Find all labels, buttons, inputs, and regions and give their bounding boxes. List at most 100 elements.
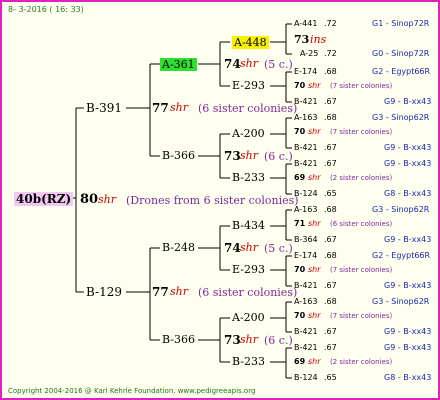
mating-b366d-number: 73 [224, 333, 241, 347]
mating-b366s-note: (6 c.) [264, 150, 293, 163]
gen3-queen-e293: E-293 [232, 79, 265, 92]
g4-3-q-src: G3 - Sinop62R [372, 113, 430, 122]
mating-b366s-number: 73 [224, 149, 241, 163]
report-date: 8- 3-2016 ( 16: 33) [8, 5, 84, 14]
mating-a361-number: 74 [224, 57, 241, 71]
g4-3-mating-note: (7 sister colonies) [330, 128, 393, 136]
g4-4-mating-shr: shr [308, 173, 321, 182]
g4-5-d-id: B-364 [294, 235, 318, 244]
g4-8-d-id: B-124 [294, 373, 318, 382]
g4-2-mating-number: 70 [294, 81, 306, 90]
mating-b366d-note: (6 c.) [264, 334, 293, 347]
dam-queen: B-129 [86, 285, 122, 299]
gen3-queen-a200-dam: A-200 [232, 311, 265, 324]
dam-mating-note: (6 sister colonies) [198, 286, 298, 299]
g4-8-mating-note: (2 sister colonies) [330, 358, 393, 366]
root-mating-shr: shr [98, 193, 116, 206]
g4-8-d-val: .65 [324, 373, 337, 382]
gen2-queen-a361: A-361 [160, 58, 197, 71]
g4-3-d-val: .67 [324, 143, 337, 152]
g4-3-d-id: B-421 [294, 143, 318, 152]
g4-2-d-val: .67 [324, 97, 337, 106]
g4-4-q-val: .67 [324, 159, 337, 168]
g4-6-mating-number: 70 [294, 265, 306, 274]
gen3-queen-e293-dam: E-293 [232, 263, 265, 276]
dam-mating-number: 77 [152, 285, 169, 299]
gen3-queen-a200: A-200 [232, 127, 265, 140]
g4-6-d-src: G9 - B-xx43 [384, 281, 432, 290]
pedigree-frame: 8- 3-2016 ( 16: 33) 40b(RZ) 80 shr (Dron… [0, 0, 440, 400]
g4-5-mating-number: 71 [294, 219, 306, 228]
root-mating-number: 80 [80, 192, 99, 207]
g4-5-q-src: G3 - Sinop62R [372, 205, 430, 214]
g4-6-d-id: B-421 [294, 281, 318, 290]
dam-mating-shr: shr [170, 285, 188, 298]
g4-8-mating-shr: shr [308, 357, 321, 366]
sire-queen: B-391 [86, 101, 122, 115]
g4-1-q-val: .72 [324, 19, 337, 28]
g4-8-q-id: B-421 [294, 343, 318, 352]
mating-b366s-shr: shr [240, 149, 258, 162]
root-queen: 40b(RZ) [14, 192, 74, 206]
g4-7-q-src: G3 - Sinop62R [372, 297, 430, 306]
g4-4-d-val: .65 [324, 189, 337, 198]
g4-6-mating-shr: shr [308, 265, 321, 274]
gen3-queen-b434: B-434 [232, 219, 265, 232]
g4-5-mating-note: (6 sister colonies) [330, 220, 393, 228]
g4-7-d-val: .67 [324, 327, 337, 336]
g4-6-q-id: E-174 [294, 251, 318, 260]
mating-b248-number: 74 [224, 241, 241, 255]
g4-1-mating-ins: ins [310, 33, 327, 46]
g4-1-d-src: G0 - Sinop72R [372, 49, 430, 58]
g4-8-d-src: G8 - B-xx43 [384, 373, 432, 382]
g4-1-q-src: G1 - Sinop72R [372, 19, 430, 28]
g4-4-d-id: B-124 [294, 189, 318, 198]
g4-7-mating-shr: shr [308, 311, 321, 320]
sire-mating-note: (6 sister colonies) [198, 102, 298, 115]
mating-b248-shr: shr [240, 241, 258, 254]
g4-2-mating-shr: shr [308, 81, 321, 90]
g4-5-mating-shr: shr [308, 219, 321, 228]
mating-a361-shr: shr [240, 57, 258, 70]
g4-7-d-src: G9 - B-xx43 [384, 327, 432, 336]
g4-5-q-id: A-163 [294, 205, 318, 214]
gen3-queen-a448: A-448 [232, 36, 269, 49]
g4-5-d-val: .67 [324, 235, 337, 244]
g4-5-d-src: G9 - B-xx43 [384, 235, 432, 244]
g4-8-q-src: G9 - B-xx43 [384, 343, 432, 352]
sire-mating-number: 77 [152, 101, 169, 115]
g4-2-q-id: E-174 [294, 67, 318, 76]
g4-6-d-val: .67 [324, 281, 337, 290]
g4-1-d-val: .72 [324, 49, 337, 58]
g4-6-q-val: .68 [324, 251, 337, 260]
g4-6-mating-note: (7 sister colonies) [330, 266, 393, 274]
gen2-queen-b366-sire: B-366 [162, 149, 195, 162]
g4-6-q-src: G2 - Egypt66R [372, 251, 431, 260]
g4-8-q-val: .67 [324, 343, 337, 352]
g4-1-mating-number: 73 [294, 33, 310, 46]
copyright-footer: Copyright 2004-2016 @ Karl Kehrle Founda… [8, 387, 256, 395]
g4-3-q-val: .68 [324, 113, 337, 122]
mating-b366d-shr: shr [240, 333, 258, 346]
g4-7-mating-note: (7 sister colonies) [330, 312, 393, 320]
gen2-queen-b366-dam: B-366 [162, 333, 195, 346]
g4-7-q-id: A-163 [294, 297, 318, 306]
g4-4-mating-number: 69 [294, 173, 306, 182]
g4-4-mating-note: (2 sister colonies) [330, 174, 393, 182]
g4-7-q-val: .68 [324, 297, 337, 306]
mating-a361-note: (5 c.) [264, 58, 293, 71]
g4-4-q-src: G9 - B-xx43 [384, 159, 432, 168]
g4-3-q-id: A-163 [294, 113, 318, 122]
g4-3-mating-number: 70 [294, 127, 306, 136]
g4-2-d-src: G9 - B-xx43 [384, 97, 432, 106]
g4-1-d-id: A-25 [300, 49, 319, 58]
gen3-queen-b233-dam: B-233 [232, 355, 265, 368]
g4-7-d-id: B-421 [294, 327, 318, 336]
g4-1-q-id: A-441 [294, 19, 318, 28]
root-mating-note: (Drones from 6 sister colonies) [126, 194, 299, 207]
mating-b248-note: (5 c.) [264, 242, 293, 255]
g4-3-d-src: G9 - B-xx43 [384, 143, 432, 152]
g4-4-q-id: B-421 [294, 159, 318, 168]
g4-2-q-val: .68 [324, 67, 337, 76]
g4-3-mating-shr: shr [308, 127, 321, 136]
